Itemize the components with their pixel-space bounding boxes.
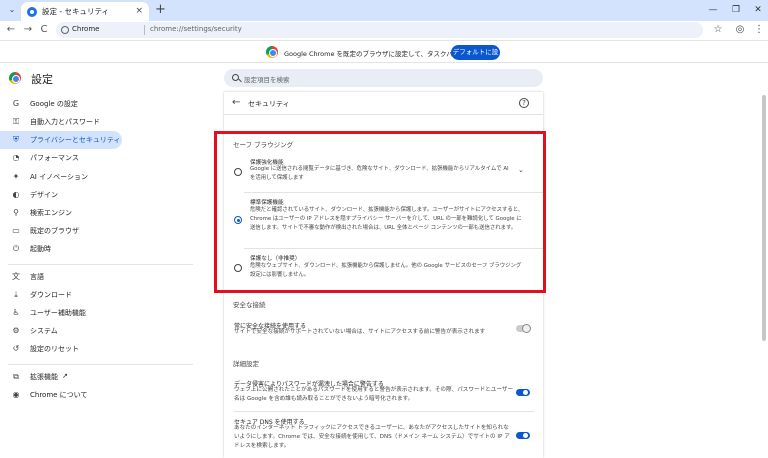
tab-search-icon[interactable]: ⌄ bbox=[5, 3, 19, 17]
menu-icon[interactable]: ⋮ bbox=[752, 23, 766, 37]
sidebar-item-downloads[interactable]: ⤓ ダウンロード bbox=[0, 286, 122, 304]
secure-connections-heading: 安全な接続 bbox=[233, 301, 266, 309]
safe-browsing-highlight bbox=[214, 131, 546, 293]
toolbar: ← → C Chrome chrome://settings/security … bbox=[0, 21, 768, 39]
address-bar[interactable]: Chrome chrome://settings/security bbox=[56, 22, 703, 38]
sidebar-item-label: プライバシーとセキュリティ bbox=[30, 136, 121, 144]
sidebar-item-reset[interactable]: ↺ 設定のリセット bbox=[0, 340, 122, 358]
wrench-icon: ⚙ bbox=[12, 326, 20, 335]
sidebar-item-on-startup[interactable]: ⏻ 起動時 bbox=[0, 240, 122, 258]
chrome-icon: ◉ bbox=[12, 390, 20, 399]
back-button[interactable]: ← bbox=[4, 22, 18, 38]
advanced-heading: 詳細設定 bbox=[233, 360, 259, 368]
sidebar-item-label: AI イノベーション bbox=[30, 173, 88, 181]
sidebar-item-label: 自動入力とパスワード bbox=[30, 118, 100, 126]
profile-icon[interactable]: ◎ bbox=[733, 23, 747, 37]
sidebar-divider bbox=[8, 364, 193, 365]
sidebar-item-default-browser[interactable]: ▭ 既定のブラウザ bbox=[0, 222, 122, 240]
sidebar-item-label: 言語 bbox=[30, 273, 44, 281]
sidebar-item-label: 既定のブラウザ bbox=[30, 227, 79, 235]
sidebar-item-label: 検索エンジン bbox=[30, 209, 72, 217]
password-warning-desc: ウェブ上に公開されたことがあるパスワードを使用すると警告が表示されます。その際、… bbox=[234, 387, 514, 402]
sidebar-item-google[interactable]: G Google の設定 bbox=[0, 95, 122, 113]
close-window-button[interactable]: ✕ bbox=[751, 3, 765, 17]
key-icon: ⚿ bbox=[12, 117, 20, 126]
sidebar-item-label: Chrome について bbox=[30, 391, 88, 399]
back-arrow-icon[interactable]: ← bbox=[232, 97, 240, 108]
settings-sidebar: G Google の設定 ⚿ 自動入力とパスワード ⛨ プライバシーとセキュリテ… bbox=[0, 92, 200, 458]
sidebar-item-extensions[interactable]: ⧉ 拡張機能 ↗ bbox=[0, 368, 122, 386]
sidebar-item-label: パフォーマンス bbox=[30, 154, 79, 162]
settings-header: 設定 設定項目を検索 bbox=[0, 64, 768, 92]
bookmark-star-icon[interactable]: ☆ bbox=[711, 23, 725, 37]
chrome-logo-icon bbox=[266, 46, 278, 58]
chrome-logo-icon bbox=[9, 72, 21, 84]
forward-button[interactable]: → bbox=[21, 22, 35, 38]
help-icon[interactable]: ? bbox=[519, 98, 529, 108]
reload-button[interactable]: C bbox=[37, 22, 51, 38]
omnibox-chip: Chrome bbox=[72, 25, 100, 33]
password-warning-toggle[interactable] bbox=[516, 389, 530, 396]
sidebar-item-label: システム bbox=[30, 327, 58, 335]
default-browser-infobar: Google Chrome を既定のブラウザに設定して、タスクバーに固定する デ… bbox=[0, 40, 768, 71]
scrollbar-thumb[interactable] bbox=[762, 95, 766, 341]
sidebar-item-accessibility[interactable]: ♿ ユーザー補助機能 bbox=[0, 304, 122, 322]
minimize-button[interactable]: — bbox=[706, 3, 720, 17]
sidebar-item-label: ユーザー補助機能 bbox=[30, 309, 86, 317]
chrome-site-icon bbox=[61, 26, 69, 34]
page-title: 設定 bbox=[31, 73, 53, 86]
sidebar-item-label: 起動時 bbox=[30, 245, 51, 253]
always-secure-toggle[interactable] bbox=[516, 324, 531, 333]
tab-close-icon[interactable]: × bbox=[135, 5, 143, 17]
sidebar-divider bbox=[8, 264, 193, 265]
accessibility-icon: ♿ bbox=[12, 308, 20, 317]
set-default-button[interactable]: デフォルトに設定 bbox=[451, 45, 500, 71]
translate-icon: 文 bbox=[12, 272, 20, 281]
sidebar-item-languages[interactable]: 文 言語 bbox=[0, 268, 122, 286]
shield-icon: ⛨ bbox=[13, 135, 19, 144]
active-tab[interactable]: 設定 - セキュリティ × bbox=[21, 2, 149, 21]
power-icon: ⏻ bbox=[12, 244, 20, 253]
always-secure-desc: サイトで安全な接続がサポートされていない場合は、サイトにアクセスする前に警告が表… bbox=[234, 329, 486, 335]
restore-button[interactable]: ❐ bbox=[729, 3, 743, 17]
panel-title: セキュリティ bbox=[248, 100, 290, 108]
sidebar-item-autofill[interactable]: ⚿ 自動入力とパスワード bbox=[0, 113, 122, 131]
sidebar-item-label: デザイン bbox=[30, 191, 58, 199]
sidebar-item-label: 設定のリセット bbox=[30, 345, 79, 353]
sidebar-item-ai[interactable]: ✦ AI イノベーション bbox=[0, 168, 122, 186]
browser-window-icon: ▭ bbox=[12, 226, 20, 235]
download-icon: ⤓ bbox=[14, 290, 18, 299]
sidebar-item-privacy-security[interactable]: ⛨ プライバシーとセキュリティ bbox=[0, 131, 122, 149]
settings-favicon-icon bbox=[27, 7, 37, 17]
omnibox-divider bbox=[144, 25, 145, 35]
secure-dns-toggle[interactable] bbox=[516, 432, 530, 439]
sidebar-item-label: 拡張機能 bbox=[30, 373, 58, 381]
search-placeholder: 設定項目を検索 bbox=[244, 76, 290, 84]
palette-icon: ◐ bbox=[12, 190, 20, 199]
external-link-icon: ↗ bbox=[62, 372, 68, 380]
secure-dns-desc: あなたのインターネット トラフィックにアクセスできるユーザーに、あなたがアクセス… bbox=[234, 425, 510, 449]
new-tab-button[interactable]: + bbox=[155, 2, 166, 18]
tab-strip: ⌄ 設定 - セキュリティ × + — ❐ ✕ bbox=[0, 0, 768, 21]
sparkle-icon: ✦ bbox=[12, 172, 20, 181]
sidebar-item-label: ダウンロード bbox=[30, 291, 72, 299]
panel-divider bbox=[224, 114, 543, 115]
puzzle-icon: ⧉ bbox=[13, 372, 19, 381]
reset-icon: ↺ bbox=[12, 344, 20, 353]
sidebar-item-performance[interactable]: ◔ パフォーマンス bbox=[0, 149, 122, 167]
sidebar-item-about-chrome[interactable]: ◉ Chrome について bbox=[0, 386, 122, 404]
search-icon bbox=[232, 74, 239, 81]
sidebar-item-appearance[interactable]: ◐ デザイン bbox=[0, 186, 122, 204]
settings-search-input[interactable]: 設定項目を検索 bbox=[224, 69, 543, 87]
sidebar-item-label: Google の設定 bbox=[30, 100, 78, 108]
omnibox-url[interactable]: chrome://settings/security bbox=[150, 25, 242, 33]
sidebar-item-system[interactable]: ⚙ システム bbox=[0, 322, 122, 340]
google-icon: G bbox=[12, 99, 20, 108]
sidebar-item-search-engine[interactable]: ⚲ 検索エンジン bbox=[0, 204, 122, 222]
search-icon: ⚲ bbox=[13, 208, 19, 217]
speedometer-icon: ◔ bbox=[12, 153, 20, 162]
panel-divider bbox=[234, 411, 534, 412]
tab-title: 設定 - セキュリティ bbox=[42, 7, 110, 16]
